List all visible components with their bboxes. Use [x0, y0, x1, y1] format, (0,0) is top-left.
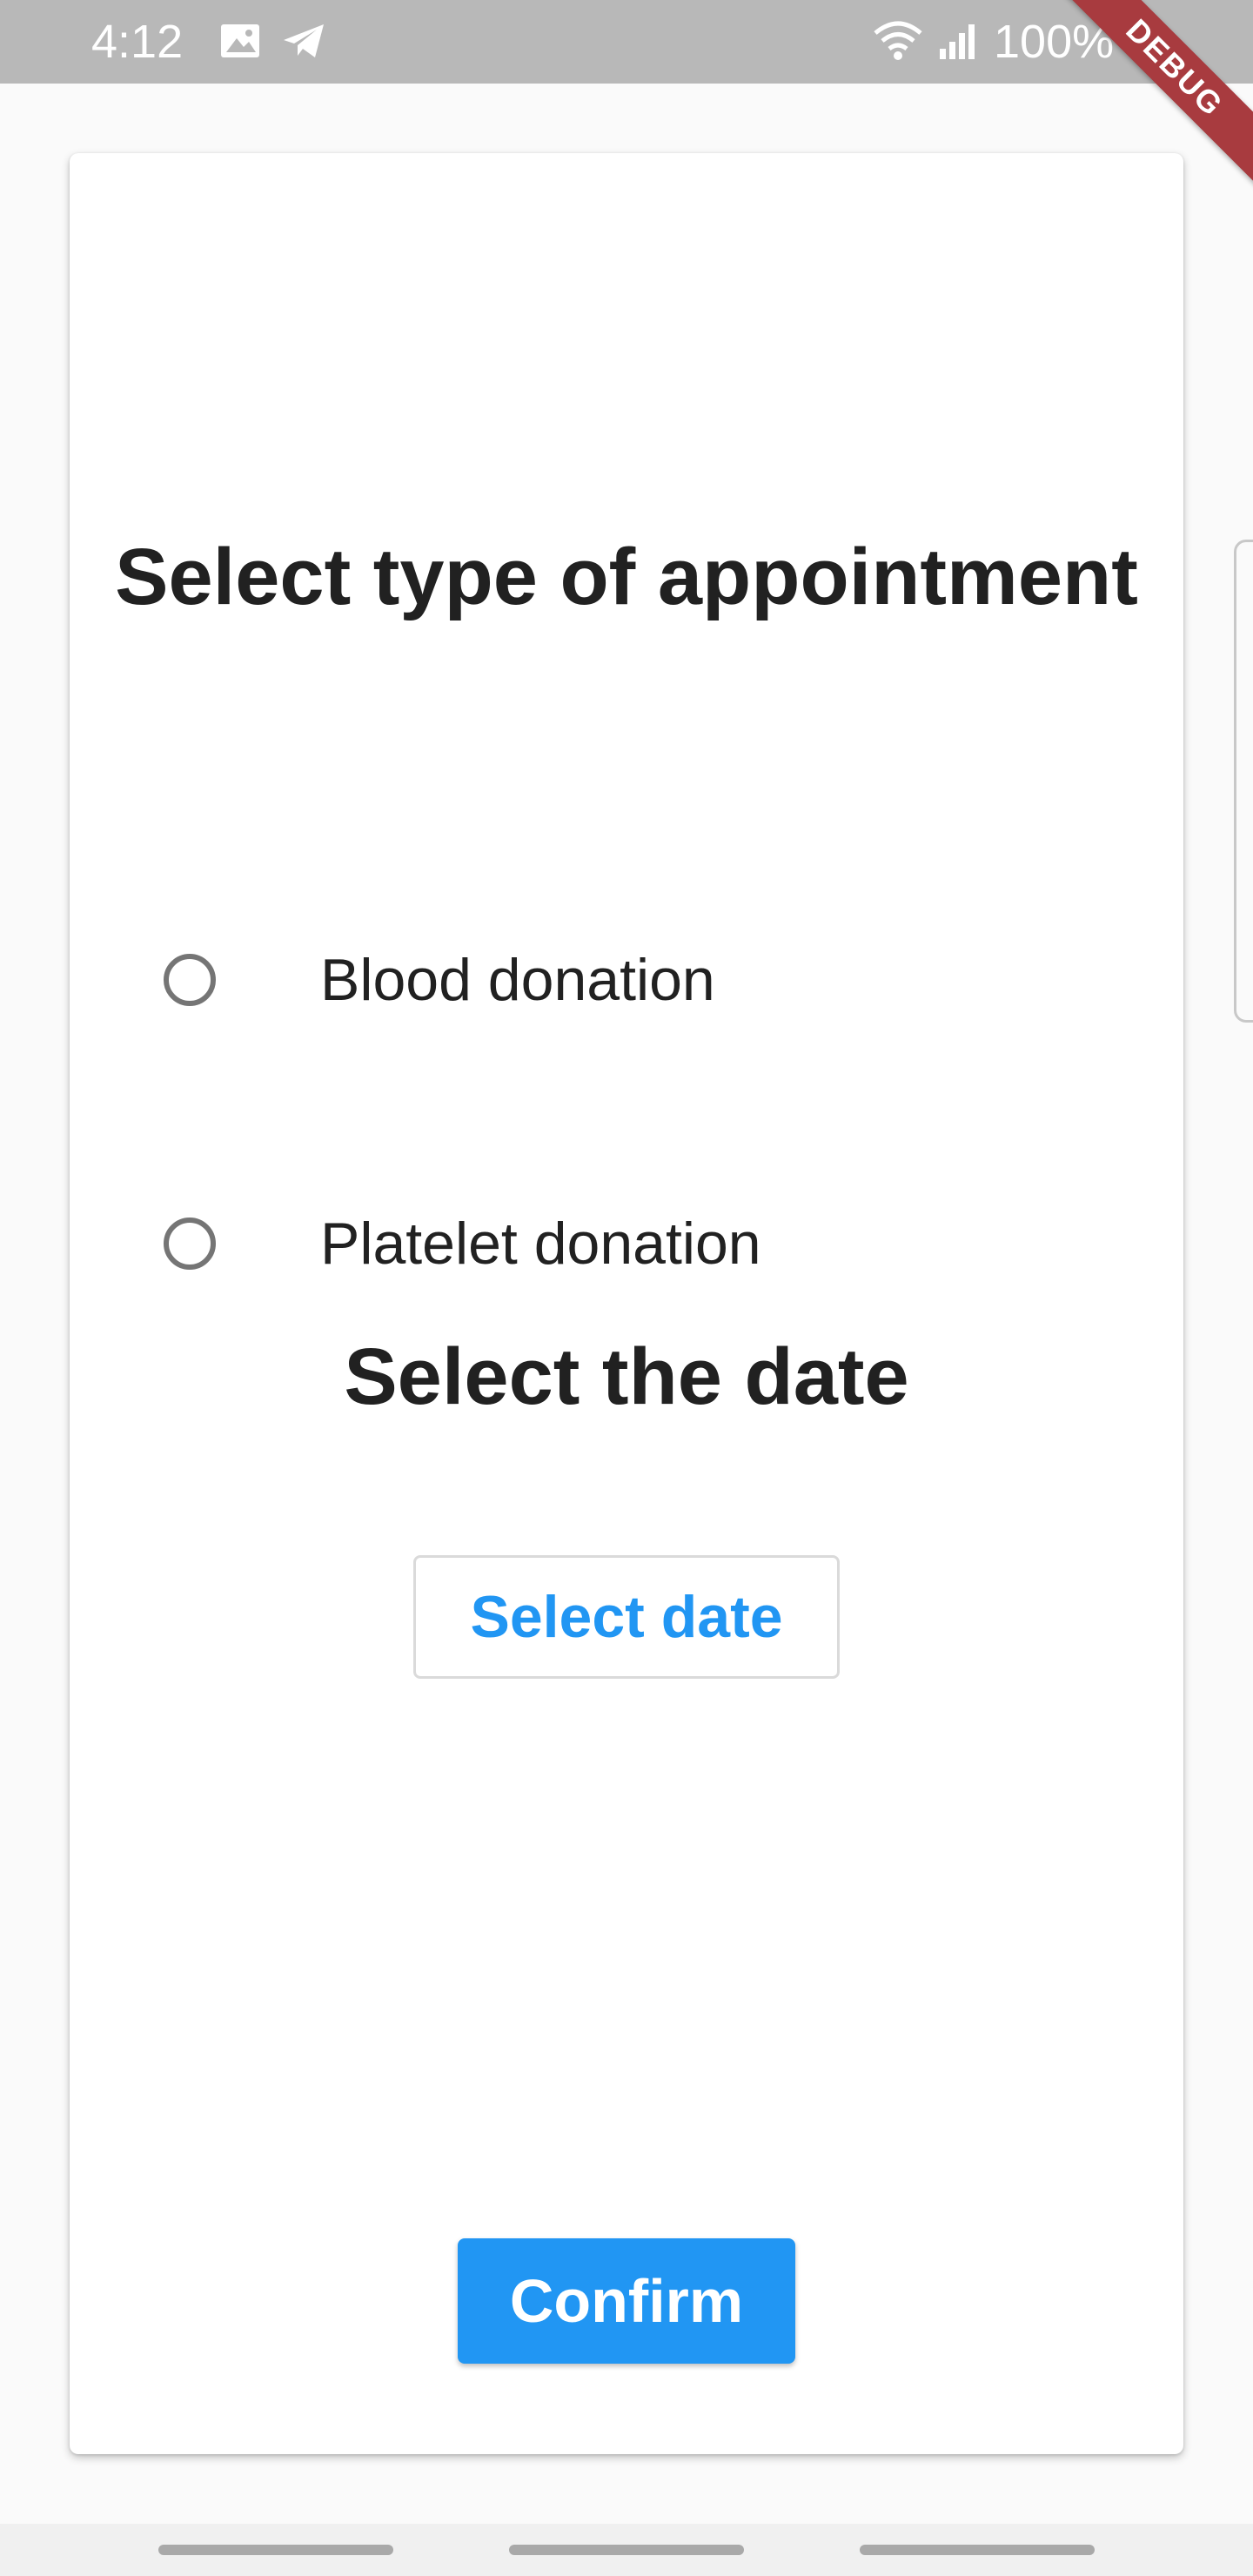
navigation-bar: [0, 2524, 1253, 2576]
radio-option-blood-donation[interactable]: Blood donation: [70, 928, 1183, 1041]
select-date-button[interactable]: Select date: [413, 1555, 840, 1679]
status-time: 4:12: [91, 16, 184, 68]
nav-back-button[interactable]: [860, 2545, 1095, 2555]
image-icon: [218, 19, 265, 63]
appointment-card: Select type of appointment Blood donatio…: [70, 153, 1183, 2454]
telegram-icon: [280, 19, 327, 63]
radio-label: Platelet donation: [320, 1211, 761, 1277]
appointment-type-title: Select type of appointment: [115, 533, 1138, 621]
signal-icon: [936, 19, 980, 63]
radio-label: Blood donation: [320, 947, 715, 1013]
nav-recents-button[interactable]: [158, 2545, 393, 2555]
radio-button-icon[interactable]: [164, 1218, 216, 1270]
radio-option-platelet-donation[interactable]: Platelet donation: [70, 1191, 1183, 1305]
wifi-icon: [872, 19, 924, 63]
radio-button-icon[interactable]: [164, 954, 216, 1006]
date-title: Select the date: [344, 1332, 909, 1421]
nav-home-button[interactable]: [509, 2545, 744, 2555]
edge-panel-handle[interactable]: [1234, 540, 1253, 1023]
confirm-button[interactable]: Confirm: [458, 2238, 795, 2364]
